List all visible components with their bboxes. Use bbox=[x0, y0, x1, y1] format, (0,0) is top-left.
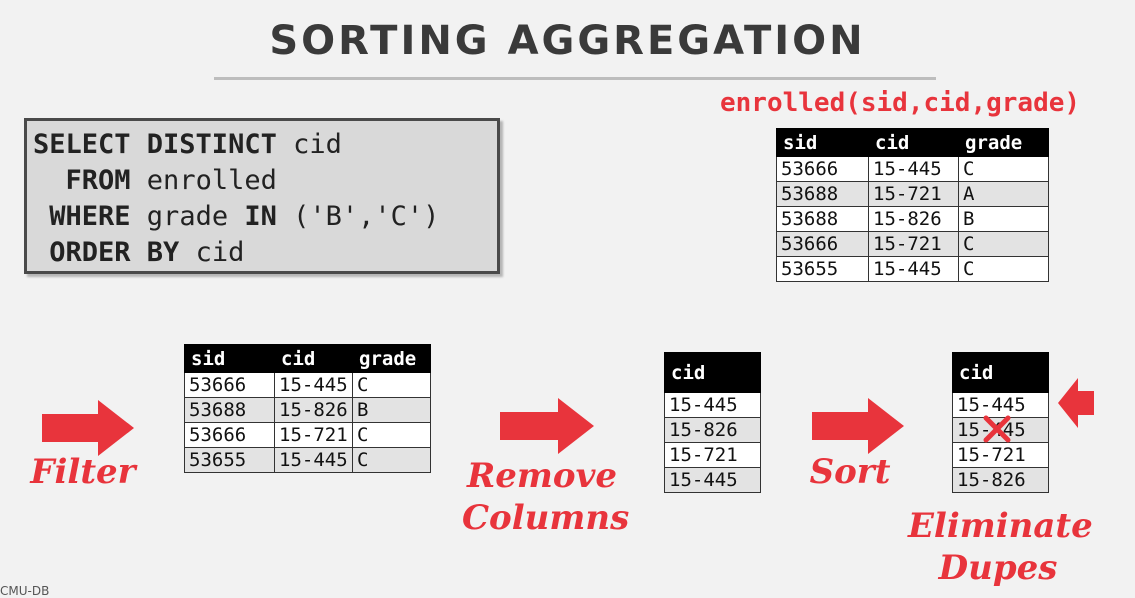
eliminate-dupes-label-line1: Eliminate bbox=[908, 506, 1093, 546]
filter-label: Filter bbox=[30, 452, 136, 492]
table-row: 53666 15-721 C bbox=[776, 231, 1049, 257]
table-cell: 53688 bbox=[776, 181, 869, 207]
table-cell: C bbox=[352, 422, 431, 448]
table-cell: 53688 bbox=[184, 397, 275, 423]
table-row: 15-721 bbox=[952, 442, 1049, 468]
column-header: sid bbox=[776, 128, 869, 157]
table-cell: 53666 bbox=[776, 231, 869, 257]
table-cell: 15-445 bbox=[664, 467, 761, 493]
schema-label: enrolled(sid,cid,grade) bbox=[720, 88, 1081, 118]
sql-text: enrolled bbox=[130, 165, 277, 196]
table-cell: 53655 bbox=[776, 256, 869, 282]
table-cell: 15-445 bbox=[274, 372, 353, 398]
sql-line-order-by: ORDER BY cid bbox=[33, 235, 497, 271]
sql-keyword: FROM bbox=[33, 165, 131, 196]
sql-keyword: IN bbox=[244, 201, 277, 232]
table-cell: 15-721 bbox=[274, 422, 353, 448]
table-row: 53655 15-445 C bbox=[184, 447, 431, 473]
table-row: 53666 15-445 C bbox=[184, 372, 431, 398]
table-row: 53688 15-721 A bbox=[776, 181, 1049, 207]
table-row: 53666 15-721 C bbox=[184, 422, 431, 448]
footer-logo-text: CMU-DB bbox=[0, 584, 50, 598]
sql-text: ('B','C') bbox=[276, 201, 440, 232]
table-cell: 15-826 bbox=[664, 417, 761, 443]
arrow-right-icon bbox=[812, 398, 904, 454]
table-cell: 15-721 bbox=[868, 181, 959, 207]
sql-text: grade bbox=[130, 201, 245, 232]
column-header: grade bbox=[352, 344, 431, 373]
table-cell: C bbox=[958, 256, 1049, 282]
sql-line-select: SELECT DISTINCT cid bbox=[33, 127, 497, 163]
table-cell: 53666 bbox=[184, 372, 275, 398]
table-cell: C bbox=[352, 447, 431, 473]
table-row: 15-445 bbox=[664, 392, 761, 418]
sql-query-box: SELECT DISTINCT cid FROM enrolled WHERE … bbox=[24, 118, 500, 274]
table-cell: 15-721 bbox=[868, 231, 959, 257]
delete-x-icon bbox=[983, 415, 1011, 443]
table-row: 53688 15-826 B bbox=[184, 397, 431, 423]
table-row: 53666 15-445 C bbox=[776, 156, 1049, 182]
arrow-left-icon bbox=[1058, 378, 1094, 428]
slide-title: SORTING AGGREGATION bbox=[269, 18, 866, 64]
table-cell: 15-721 bbox=[952, 442, 1049, 468]
sql-keyword: ORDER BY bbox=[33, 237, 180, 268]
source-table: sid cid grade 53666 15-445 C 53688 15-721 A … bbox=[776, 128, 1049, 282]
eliminate-dupes-label-line2: Dupes bbox=[938, 548, 1058, 588]
table-cell: 15-721 bbox=[664, 442, 761, 468]
column-header: sid bbox=[184, 344, 275, 373]
arrow-right-icon bbox=[42, 400, 134, 456]
table-cell: C bbox=[958, 156, 1049, 182]
table-cell: 15-445 bbox=[664, 392, 761, 418]
sort-label: Sort bbox=[809, 452, 891, 492]
table-cell: B bbox=[352, 397, 431, 423]
table-row: 53655 15-445 C bbox=[776, 256, 1049, 282]
filtered-table: sid cid grade 53666 15-445 C 53688 15-826 B … bbox=[184, 344, 431, 473]
column-header: cid bbox=[868, 128, 959, 157]
table-row: 53688 15-826 B bbox=[776, 206, 1049, 232]
remove-columns-label-line1: Remove bbox=[467, 456, 617, 496]
sql-keyword: SELECT DISTINCT bbox=[33, 129, 277, 160]
table-cell: 15-445 bbox=[868, 156, 959, 182]
table-cell: 53666 bbox=[184, 422, 275, 448]
projected-table: cid 15-445 15-826 15-721 15-445 bbox=[664, 352, 761, 493]
table-cell: B bbox=[958, 206, 1049, 232]
table-cell: A bbox=[958, 181, 1049, 207]
table-cell: 15-826 bbox=[868, 206, 959, 232]
table-cell: 15-445 bbox=[274, 447, 353, 473]
sql-text: cid bbox=[276, 129, 342, 160]
remove-columns-label-line2: Columns bbox=[462, 498, 630, 538]
table-row: 15-826 bbox=[664, 417, 761, 443]
table-cell: 53666 bbox=[776, 156, 869, 182]
column-header: cid bbox=[664, 352, 761, 393]
table-cell: 53655 bbox=[184, 447, 275, 473]
column-header: grade bbox=[958, 128, 1049, 157]
arrow-right-icon bbox=[500, 398, 594, 454]
table-cell: 15-826 bbox=[952, 467, 1049, 493]
sql-line-where: WHERE grade IN ('B','C') bbox=[33, 199, 497, 235]
column-header: cid bbox=[274, 344, 353, 373]
title-divider bbox=[214, 77, 936, 80]
sql-keyword: WHERE bbox=[33, 201, 131, 232]
table-cell: 15-445 bbox=[868, 256, 959, 282]
column-header: cid bbox=[952, 352, 1049, 393]
table-cell: C bbox=[352, 372, 431, 398]
table-row: 15-721 bbox=[664, 442, 761, 468]
table-row: 15-826 bbox=[952, 467, 1049, 493]
table-row: 15-445 bbox=[664, 467, 761, 493]
table-cell: 15-826 bbox=[274, 397, 353, 423]
sql-text: cid bbox=[179, 237, 245, 268]
sql-line-from: FROM enrolled bbox=[33, 163, 497, 199]
table-cell: 53688 bbox=[776, 206, 869, 232]
table-cell: C bbox=[958, 231, 1049, 257]
